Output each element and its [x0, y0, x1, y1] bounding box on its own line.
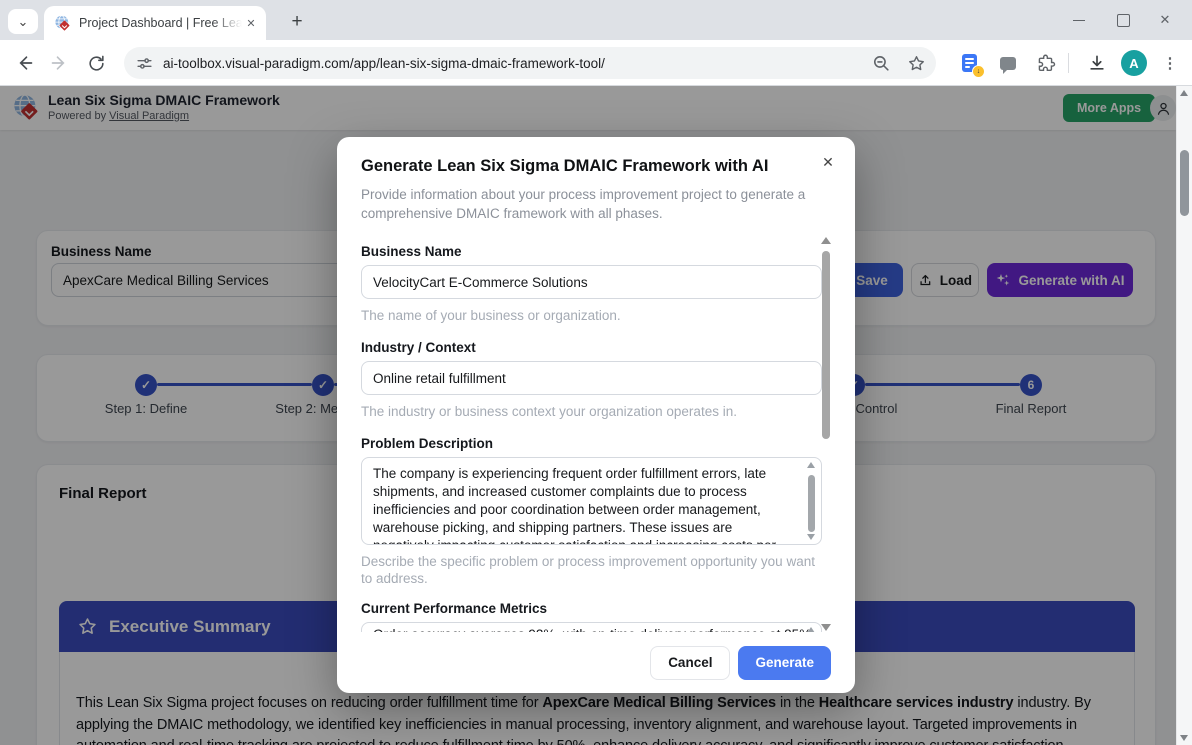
browser-tab-strip: ⌄ Project Dashboard | Free Lean S ✕ + ✕ — [0, 0, 1192, 40]
problem-description-textarea[interactable]: The company is experiencing frequent ord… — [361, 457, 822, 545]
close-icon: ✕ — [822, 154, 834, 171]
tab-close-icon[interactable]: ✕ — [242, 14, 260, 32]
generate-ai-dialog: Generate Lean Six Sigma DMAIC Framework … — [337, 137, 855, 693]
textarea-scrollbar[interactable] — [805, 460, 819, 542]
textarea-scrollbar[interactable] — [805, 625, 819, 632]
page-scrollbar[interactable] — [1176, 86, 1192, 745]
dialog-footer: Cancel Generate — [337, 632, 855, 693]
scroll-up-icon[interactable] — [807, 462, 815, 468]
browser-toolbar: ai-toolbox.visual-paradigm.com/app/lean-… — [0, 40, 1192, 86]
visual-paradigm-favicon — [54, 15, 71, 32]
problem-description-help: Describe the specific problem or process… — [361, 553, 822, 587]
cancel-button[interactable]: Cancel — [650, 646, 730, 680]
site-settings-icon[interactable] — [136, 55, 153, 72]
window-minimize-button[interactable] — [1058, 0, 1100, 40]
reload-button[interactable] — [84, 51, 108, 75]
downloads-button[interactable] — [1085, 51, 1109, 75]
dialog-title: Generate Lean Six Sigma DMAIC Framework … — [361, 157, 768, 176]
tab-title: Project Dashboard | Free Lean S — [79, 16, 242, 30]
browser-tab[interactable]: Project Dashboard | Free Lean S ✕ — [44, 6, 266, 40]
tab-search-chevron-button[interactable]: ⌄ — [8, 9, 38, 34]
industry-label: Industry / Context — [361, 340, 822, 355]
industry-input[interactable] — [361, 361, 822, 395]
scroll-up-icon[interactable] — [821, 237, 831, 244]
offline-badge-icon: ↓ — [972, 65, 985, 78]
metrics-label: Current Performance Metrics — [361, 601, 822, 616]
new-tab-button[interactable]: + — [284, 9, 310, 35]
zoom-out-icon[interactable] — [872, 54, 891, 73]
business-name-help: The name of your business or organizatio… — [361, 307, 822, 324]
dialog-scrollbar[interactable] — [821, 237, 831, 631]
scrollbar-thumb[interactable] — [822, 251, 830, 439]
chat-extension-icon[interactable] — [996, 51, 1020, 75]
browser-profile-avatar[interactable]: A — [1121, 50, 1147, 76]
url-text[interactable]: ai-toolbox.visual-paradigm.com/app/lean-… — [163, 56, 872, 71]
scroll-down-icon[interactable] — [821, 624, 831, 631]
toolbar-separator — [1068, 53, 1069, 73]
problem-description-text: The company is experiencing frequent ord… — [362, 458, 821, 545]
scrollbar-thumb[interactable] — [808, 475, 815, 532]
dialog-form: Business Name The name of your business … — [337, 240, 855, 632]
metrics-text: Order accuracy averages 92%, with on-tim… — [362, 623, 821, 632]
comment-icon — [1000, 57, 1016, 70]
modal-business-name-label: Business Name — [361, 244, 822, 259]
extensions-puzzle-icon[interactable] — [1034, 51, 1058, 75]
problem-description-label: Problem Description — [361, 436, 822, 451]
dialog-close-button[interactable]: ✕ — [817, 151, 839, 173]
back-button[interactable] — [12, 51, 36, 75]
close-icon: ✕ — [1160, 12, 1171, 28]
scrollbar-thumb[interactable] — [1180, 150, 1189, 216]
window-maximize-button[interactable] — [1102, 0, 1144, 40]
metrics-textarea[interactable]: Order accuracy averages 92%, with on-tim… — [361, 622, 822, 632]
url-bar[interactable]: ai-toolbox.visual-paradigm.com/app/lean-… — [124, 47, 936, 79]
minimize-icon — [1073, 20, 1085, 21]
browser-menu-kebab-icon[interactable]: ⋮ — [1158, 51, 1182, 75]
docs-extension-icon[interactable]: ↓ — [957, 51, 981, 75]
industry-help: The industry or business context your or… — [361, 403, 822, 420]
generate-button[interactable]: Generate — [738, 646, 831, 680]
bookmark-star-icon[interactable] — [907, 54, 926, 73]
maximize-icon — [1117, 14, 1130, 27]
forward-button[interactable] — [48, 51, 72, 75]
scroll-up-icon[interactable] — [1180, 90, 1188, 96]
scroll-down-icon[interactable] — [807, 534, 815, 540]
window-close-button[interactable]: ✕ — [1144, 0, 1186, 40]
chevron-down-icon: ⌄ — [18, 14, 29, 30]
scroll-down-icon[interactable] — [1180, 735, 1188, 741]
modal-business-name-input[interactable] — [361, 265, 822, 299]
dialog-subtitle: Provide information about your process i… — [361, 185, 809, 223]
